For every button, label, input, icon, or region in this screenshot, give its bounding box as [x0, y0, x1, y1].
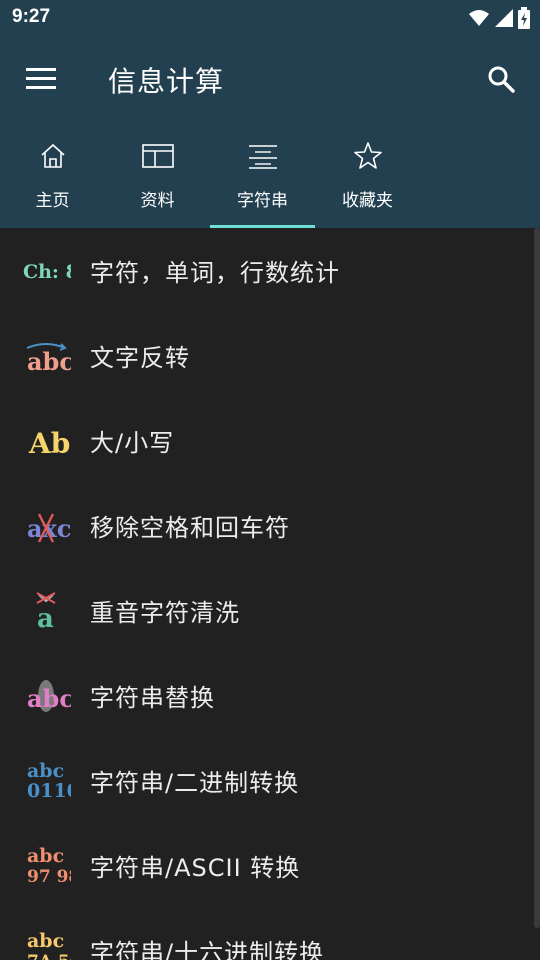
- tab-favorites[interactable]: 收藏夹: [315, 120, 420, 228]
- accent-clean-icon: a: [18, 586, 74, 636]
- accent-clean-icon-text: a: [37, 604, 54, 633]
- hex-icon: abc 7A 5C: [18, 926, 74, 960]
- search-button[interactable]: [480, 58, 522, 100]
- tab-label: 字符串: [237, 191, 288, 211]
- remove-space-icon-text: axc: [27, 514, 71, 543]
- tab-label: 收藏夹: [342, 191, 393, 211]
- binary-icon: abc 0110: [18, 756, 74, 806]
- list-item-label: 文字反转: [90, 344, 190, 372]
- list-item-hex[interactable]: abc 7A 5C 字符串/十六进制转换: [0, 908, 530, 960]
- list-item-label: 字符串/ASCII 转换: [90, 854, 301, 882]
- ascii-icon-text-bottom: 97 98: [27, 867, 71, 887]
- list-item-label: 字符串/二进制转换: [90, 769, 300, 797]
- tab-label: 资料: [140, 191, 175, 211]
- list-item-label: 字符串/十六进制转换: [90, 939, 325, 960]
- char-count-icon: Ch: 8: [18, 246, 74, 296]
- tool-list: Ch: 8 字符，单词，行数统计 abc 文字反转 Ab 大/小写: [0, 228, 530, 960]
- remove-space-icon: axc: [18, 501, 74, 551]
- replace-icon: abc: [18, 671, 74, 721]
- ascii-icon-text-top: abc: [27, 845, 64, 867]
- list-item-label: 重音字符清洗: [90, 599, 240, 627]
- case-icon: Ab: [18, 416, 74, 466]
- table-icon: [141, 144, 174, 168]
- hex-icon-text-bottom: 7A 5C: [27, 952, 71, 960]
- hamburger-menu-icon: [26, 68, 56, 89]
- signal-icon: [495, 9, 513, 27]
- list-item-remove-space[interactable]: axc 移除空格和回车符: [0, 483, 530, 568]
- char-count-icon-text: Ch: 8: [23, 261, 71, 283]
- list-item-label: 大/小写: [90, 429, 175, 457]
- ascii-icon: abc 97 98: [18, 841, 74, 891]
- app-bar: 信息计算: [0, 36, 540, 120]
- star-icon: [353, 142, 382, 169]
- list-item-replace[interactable]: abc 字符串替换: [0, 653, 530, 738]
- tab-string[interactable]: 字符串: [210, 120, 315, 228]
- lines-icon: [248, 145, 277, 169]
- case-icon-text: Ab: [28, 427, 70, 460]
- list-item-char-count[interactable]: Ch: 8 字符，单词，行数统计: [0, 228, 530, 313]
- list-item-label: 字符串替换: [90, 684, 215, 712]
- menu-button[interactable]: [20, 58, 62, 100]
- screen: 9:27 信息计算 主页 资料 字符串 收藏夹 Ch: 字符，单词，行数统计 a…: [0, 0, 540, 960]
- text-reverse-icon: abc: [18, 331, 74, 381]
- search-icon: [488, 66, 515, 93]
- page-title: 信息计算: [108, 65, 225, 98]
- scrollbar[interactable]: [534, 228, 540, 928]
- replace-icon-text: abc: [27, 684, 71, 713]
- list-item-label: 移除空格和回车符: [90, 514, 290, 542]
- list-item-accent-clean[interactable]: a 重音字符清洗: [0, 568, 530, 653]
- list-item-binary[interactable]: abc 0110 字符串/二进制转换: [0, 738, 530, 823]
- list-item-case[interactable]: Ab 大/小写: [0, 398, 530, 483]
- status-time: 9:27: [12, 6, 51, 27]
- tab-data[interactable]: 资料: [105, 120, 210, 228]
- tab-label: 主页: [35, 191, 70, 211]
- status-bar: 9:27: [0, 0, 540, 36]
- battery-icon: [518, 7, 530, 29]
- wifi-icon: [469, 10, 489, 26]
- list-item-label: 字符，单词，行数统计: [90, 259, 340, 287]
- text-reverse-icon-text: abc: [27, 347, 71, 376]
- hex-icon-text-top: abc: [27, 930, 64, 952]
- home-icon: [40, 143, 65, 168]
- tab-home[interactable]: 主页: [0, 120, 105, 228]
- binary-icon-text-bottom: 0110: [27, 780, 71, 802]
- status-icons: [468, 7, 530, 29]
- list-item-text-reverse[interactable]: abc 文字反转: [0, 313, 530, 398]
- list-item-ascii[interactable]: abc 97 98 字符串/ASCII 转换: [0, 823, 530, 908]
- tab-bar: 主页 资料 字符串 收藏夹: [0, 120, 540, 228]
- binary-icon-text-top: abc: [27, 760, 64, 782]
